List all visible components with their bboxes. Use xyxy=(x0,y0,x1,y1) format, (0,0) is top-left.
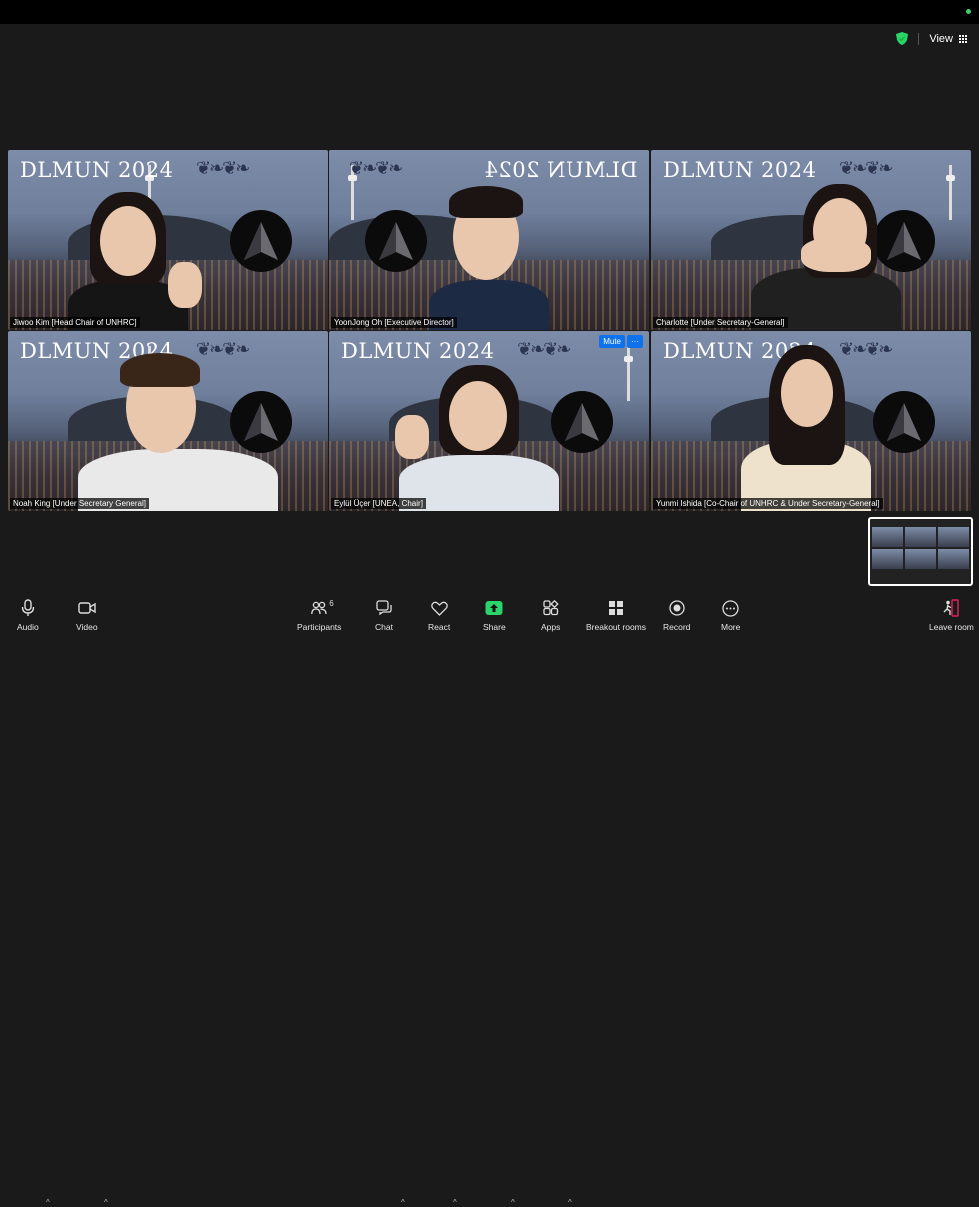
more-button[interactable]: More xyxy=(721,598,740,632)
audio-button[interactable]: Audio xyxy=(17,598,39,632)
banner-title: DLMUN 2024 xyxy=(483,158,637,182)
apps-options-chevron-icon[interactable]: ^ xyxy=(568,1198,572,1207)
dlmun-logo xyxy=(873,391,935,453)
video-tile-noah-king[interactable]: DLMUN 2024 ❦❧❦❧ Noah King [Under Secreta… xyxy=(8,331,328,511)
banner-title: DLMUN 2024 xyxy=(663,158,817,182)
dlmun-logo xyxy=(365,210,427,272)
participants-button[interactable]: 6 Participants xyxy=(297,598,341,632)
video-label: Video xyxy=(76,622,98,632)
chat-icon xyxy=(376,600,392,616)
mini-tile xyxy=(938,549,969,569)
react-button[interactable]: React xyxy=(428,598,450,632)
video-button[interactable]: Video xyxy=(76,598,98,632)
participant-name-label: Yunmi Ishida [Co-Chair of UNHRC & Under … xyxy=(653,498,883,509)
participant-figure xyxy=(168,262,202,308)
leave-room-label: Leave room xyxy=(929,622,974,632)
dlmun-logo xyxy=(230,391,292,453)
breakout-rooms-icon xyxy=(609,601,623,615)
ornament-graphic: ❦❧❦❧ xyxy=(517,339,571,359)
self-view-thumbnail[interactable] xyxy=(868,517,973,586)
mini-tile xyxy=(905,549,936,569)
video-options-chevron-icon[interactable]: ^ xyxy=(104,1198,108,1207)
ornament-graphic: ❦❧❦❧ xyxy=(349,158,403,178)
mini-tile xyxy=(938,527,969,547)
video-tile-yoonjong-oh[interactable]: DLMUN 2024 ❦❧❦❧ YoonJong Oh [Executive D… xyxy=(329,150,649,330)
chat-options-chevron-icon[interactable]: ^ xyxy=(401,1198,405,1207)
leave-icon xyxy=(943,599,960,617)
leave-room-button[interactable]: Leave room xyxy=(929,598,974,632)
apps-label: Apps xyxy=(541,622,561,632)
ornament-graphic: ❦❧❦❧ xyxy=(196,339,250,359)
title-bar xyxy=(0,0,979,24)
ornament-graphic: ❦❧❦❧ xyxy=(839,158,893,178)
share-button[interactable]: Share xyxy=(483,598,506,632)
microphone-icon xyxy=(21,599,35,616)
dlmun-logo xyxy=(551,391,613,453)
participant-name-label: Jiwoo Kim [Head Chair of UNHRC] xyxy=(10,317,140,328)
record-button[interactable]: Record xyxy=(663,598,690,632)
dlmun-logo xyxy=(873,210,935,272)
participant-figure xyxy=(100,206,156,276)
participants-icon xyxy=(311,601,327,615)
participant-figure xyxy=(449,186,523,218)
mini-tile xyxy=(872,549,903,569)
apps-button[interactable]: Apps xyxy=(541,598,560,632)
dlmun-logo xyxy=(230,210,292,272)
view-label: View xyxy=(929,32,953,45)
meeting-toolbar: Audio ^ Video ^ 6 Participants Chat ^ Re… xyxy=(0,594,979,1207)
participant-name-label: Charlotte [Under Secretary-General] xyxy=(653,317,788,328)
more-icon xyxy=(722,599,739,617)
record-label: Record xyxy=(663,622,691,632)
view-button[interactable]: View xyxy=(896,32,967,45)
heart-icon xyxy=(430,601,448,616)
tower-graphic xyxy=(624,346,633,401)
tile-more-button[interactable]: ··· xyxy=(627,335,643,348)
participant-figure xyxy=(120,353,200,387)
mute-button[interactable]: Mute xyxy=(599,335,625,348)
react-options-chevron-icon[interactable]: ^ xyxy=(453,1198,457,1207)
share-options-chevron-icon[interactable]: ^ xyxy=(511,1198,515,1207)
ornament-graphic: ❦❧❦❧ xyxy=(196,158,250,178)
participant-figure xyxy=(801,238,871,272)
tower-graphic xyxy=(946,165,955,220)
audio-options-chevron-icon[interactable]: ^ xyxy=(46,1198,50,1207)
tile-controls: Mute ··· xyxy=(599,335,643,348)
mini-tile xyxy=(872,527,903,547)
participant-figure xyxy=(449,381,507,451)
breakout-rooms-button[interactable]: Breakout rooms xyxy=(586,598,646,632)
apps-icon xyxy=(543,600,559,616)
share-label: Share xyxy=(483,622,506,632)
participant-name-label: Noah King [Under Secretary General] xyxy=(10,498,149,509)
grid-icon xyxy=(959,34,967,43)
share-screen-icon xyxy=(485,601,503,615)
audio-label: Audio xyxy=(17,622,39,632)
video-tile-jiwoo-kim[interactable]: DLMUN 2024 ❦❧❦❧ Jiwoo Kim [Head Chair of… xyxy=(8,150,328,330)
mini-tile xyxy=(905,527,936,547)
react-label: React xyxy=(428,622,451,632)
record-icon xyxy=(669,600,685,616)
video-tile-charlotte[interactable]: DLMUN 2024 ❦❧❦❧ Charlotte [Under Secreta… xyxy=(651,150,971,330)
ornament-graphic: ❦❧❦❧ xyxy=(839,339,893,359)
participants-label: Participants xyxy=(297,622,342,632)
shield-icon xyxy=(896,32,909,45)
participants-count: 6 xyxy=(329,599,334,608)
chat-label: Chat xyxy=(375,622,393,632)
participant-name-label: YoonJong Oh [Executive Director] xyxy=(331,317,457,328)
camera-icon xyxy=(78,602,96,614)
recording-indicator-dot xyxy=(966,9,971,14)
chat-button[interactable]: Chat xyxy=(375,598,393,632)
separator xyxy=(918,32,920,45)
participant-figure xyxy=(395,415,429,459)
participant-figure xyxy=(781,359,833,427)
video-tile-eylul-ucer[interactable]: DLMUN 2024 ❦❧❦❧ Mute ··· Eylül Üçer [UNE… xyxy=(329,331,649,511)
banner-title: DLMUN 2024 xyxy=(341,339,495,363)
banner-title: DLMUN 2024 xyxy=(20,158,174,182)
video-tile-yunmi-ishida[interactable]: DLMUN 2024 ❦❧❦❧ Yunmi Ishida [Co-Chair o… xyxy=(651,331,971,511)
breakout-rooms-label: Breakout rooms xyxy=(586,622,646,632)
more-label: More xyxy=(721,622,741,632)
participant-name-label: Eylül Üçer [UNEA, Chair] xyxy=(331,498,426,509)
